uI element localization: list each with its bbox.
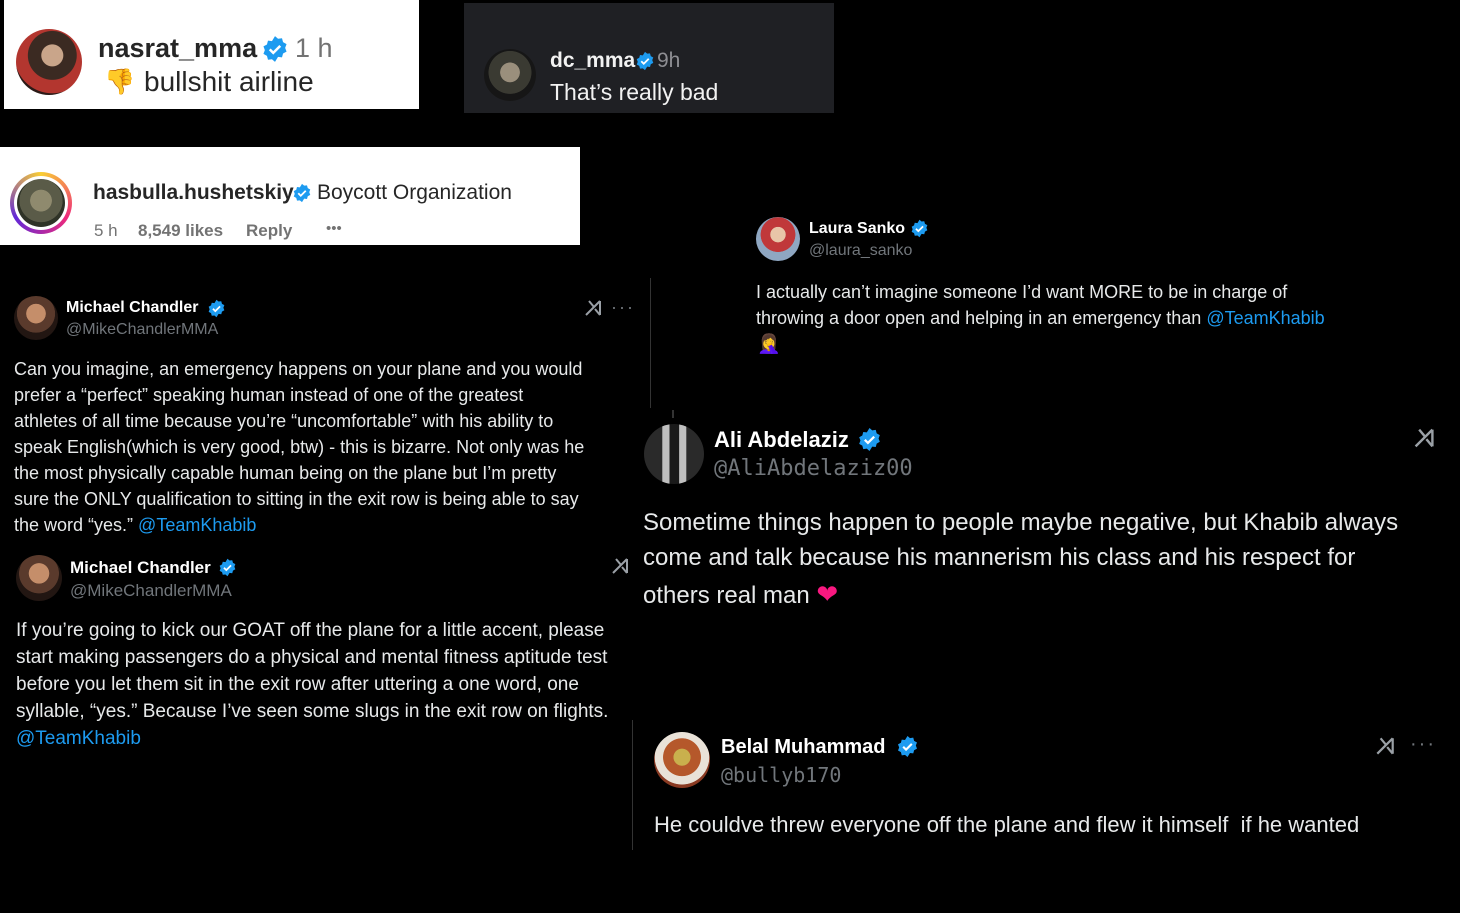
tweet-text-line: others real man ❤ <box>643 579 838 610</box>
tweet-belal-muhammad: Belal Muhammad @bullyb170 ··· He couldve… <box>632 720 1460 855</box>
verified-icon <box>898 735 917 758</box>
avatar[interactable] <box>16 29 82 95</box>
comment-card-dc: dc_mma 9h That’s really bad <box>464 3 834 113</box>
comment-text: bullshit airline <box>144 66 314 97</box>
grok-icon[interactable] <box>583 298 603 318</box>
username[interactable]: hasbulla.hushetskiy <box>93 181 294 205</box>
tweet-text-line: I actually can’t imagine someone I’d wan… <box>756 282 1288 302</box>
tweet-ali-abdelaziz: Ali Abdelaziz @AliAbdelaziz00 Sometime t… <box>640 410 1460 620</box>
tweet-text-line: Sometime things happen to people maybe n… <box>643 509 1399 536</box>
tweet-text: others real man <box>643 582 817 609</box>
more-options-icon[interactable]: ··· <box>611 297 635 318</box>
display-name[interactable]: Belal Muhammad <box>721 736 885 759</box>
handle[interactable]: @MikeChandlerMMA <box>70 581 232 601</box>
verified-icon <box>293 183 311 203</box>
timestamp: 1 h <box>295 33 333 63</box>
tweet-text-line: come and talk because his mannerism his … <box>643 544 1356 571</box>
handle[interactable]: @MikeChandlerMMA <box>66 321 218 339</box>
avatar[interactable] <box>14 296 58 340</box>
verified-icon <box>263 36 287 62</box>
display-name[interactable]: Michael Chandler <box>70 558 211 578</box>
verified-icon <box>859 428 880 451</box>
mention-link[interactable]: @TeamKhabib <box>16 728 141 750</box>
grok-icon[interactable] <box>1374 735 1396 757</box>
tweet-chandler-2: Michael Chandler @MikeChandlerMMA If you… <box>0 550 645 760</box>
comment-card-nasrat: nasrat_mma 1 h 👎 bullshit airline <box>4 0 419 109</box>
thumbs-down-icon: 👎 <box>104 68 136 96</box>
more-options-icon[interactable]: ••• <box>326 220 342 237</box>
heart-icon: ❤ <box>816 579 839 609</box>
thread-divider <box>632 720 633 850</box>
tweet-text: the word “yes.” <box>14 515 139 535</box>
tweet-chandler-1: Michael Chandler @MikeChandlerMMA ··· Ca… <box>0 290 645 545</box>
verified-icon <box>911 219 928 238</box>
tweet-text-line: athletes of all time because you’re “unc… <box>14 411 554 431</box>
display-name[interactable]: Laura Sanko <box>809 220 905 238</box>
verified-icon <box>208 299 225 318</box>
tweet-text-line: speak English(which is very good, btw) -… <box>14 437 585 457</box>
comment-text: Boycott Organization <box>317 181 512 204</box>
username[interactable]: dc_mma <box>550 49 635 73</box>
timestamp: 5 h <box>94 221 118 240</box>
username[interactable]: nasrat_mma <box>98 33 257 64</box>
facepalm-emoji: 🤦‍♀️ <box>757 334 781 355</box>
comment-text: That’s really bad <box>550 79 719 105</box>
tweet-text-line: syllable, “yes.” Because I’ve seen some … <box>16 701 609 722</box>
grok-icon[interactable] <box>610 556 630 576</box>
display-name[interactable]: Michael Chandler <box>66 299 198 317</box>
avatar[interactable] <box>16 555 62 601</box>
tweet-text-line: before you let them sit in the exit row … <box>16 674 579 695</box>
verified-icon <box>219 558 236 577</box>
tweet-text-line: the most physically capable human being … <box>14 463 557 483</box>
tweet-laura-sanko: Laura Sanko @laura_sanko I actually can’… <box>650 210 1460 410</box>
reply-button[interactable]: Reply <box>246 221 292 241</box>
grok-icon[interactable] <box>1412 426 1436 450</box>
tweet-text-line: start making passengers do a physical an… <box>16 647 608 668</box>
tweet-text-line: If you’re going to kick our GOAT off the… <box>16 620 605 641</box>
tweet-text-line: Can you imagine, an emergency happens on… <box>14 359 583 379</box>
thread-divider <box>672 410 674 418</box>
more-options-icon[interactable]: ··· <box>1410 733 1436 756</box>
likes-count[interactable]: 8,549 likes <box>138 221 223 241</box>
tweet-text: throwing a door open and helping in an e… <box>756 308 1207 328</box>
tweet-text-line: prefer a “perfect” speaking human instea… <box>14 385 524 405</box>
tweet-text-line: throwing a door open and helping in an e… <box>756 308 1325 329</box>
avatar[interactable] <box>10 172 72 234</box>
handle[interactable]: @laura_sanko <box>809 242 912 260</box>
avatar[interactable] <box>644 424 704 484</box>
display-name[interactable]: Ali Abdelaziz <box>714 427 849 453</box>
tweet-text: He couldve threw everyone off the plane … <box>654 812 1360 837</box>
avatar[interactable] <box>654 732 710 788</box>
avatar[interactable] <box>756 217 800 261</box>
thread-divider <box>650 278 651 408</box>
avatar[interactable] <box>484 49 536 101</box>
tweet-text-line: sure the ONLY qualification to sitting i… <box>14 489 579 509</box>
mention-link[interactable]: @TeamKhabib <box>138 515 256 535</box>
handle[interactable]: @bullyb170 <box>721 763 841 787</box>
timestamp: 9h <box>657 49 681 72</box>
handle[interactable]: @AliAbdelaziz00 <box>714 456 913 481</box>
mention-link[interactable]: @TeamKhabib <box>1206 308 1324 328</box>
verified-icon <box>636 51 654 71</box>
comment-card-hasbulla: hasbulla.hushetskiy Boycott Organization… <box>0 147 580 245</box>
tweet-text-line: the word “yes.” @TeamKhabib <box>14 515 256 536</box>
